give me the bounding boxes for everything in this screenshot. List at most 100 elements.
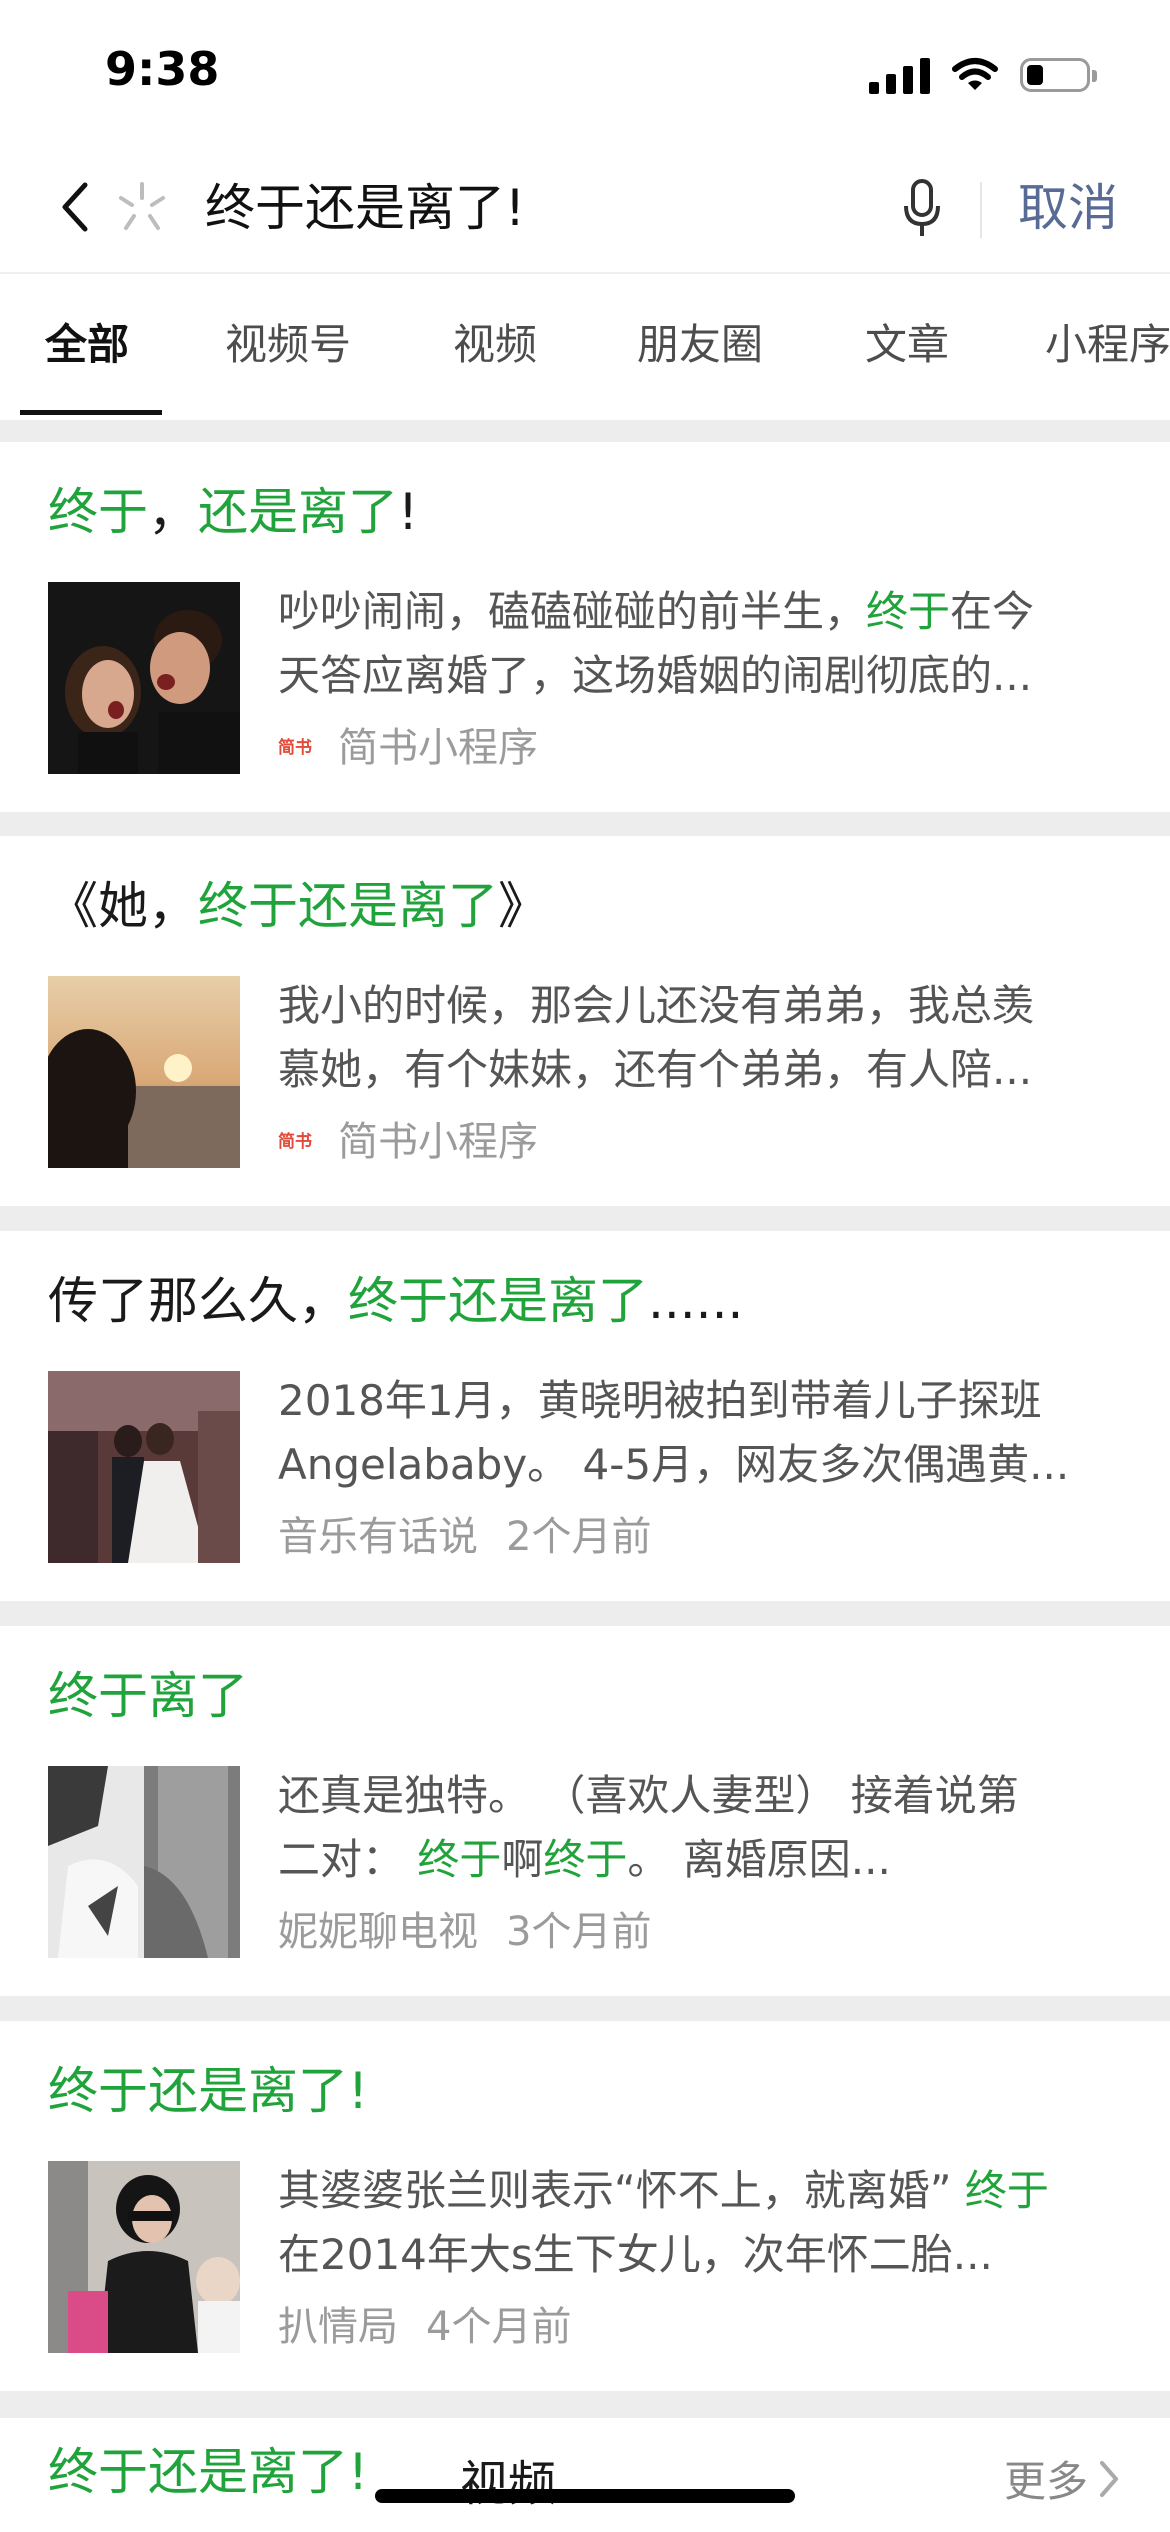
filter-tabs: 全部 视频号 视频 朋友圈 文章 小程序 [0, 275, 1170, 415]
title-highlight: 终于还是离了 [48, 2062, 348, 2120]
result-card[interactable]: 终于，还是离了! 吵吵闹闹，磕磕碰碰的前半生，终于在今 天答应离婚了，这场婚姻的… [0, 442, 1170, 812]
title-text: 传了那么久， [48, 1272, 348, 1330]
snippet-text: 在2014年大s生下女儿，次年怀二胎... [278, 2230, 993, 2279]
more-label: 更多 [1003, 2457, 1088, 2506]
result-title[interactable]: 终于还是离了! [48, 2059, 368, 2123]
cellular-signal-icon [869, 56, 930, 94]
tab-mini-programs[interactable]: 小程序 [1045, 317, 1170, 372]
home-indicator[interactable] [375, 2489, 795, 2503]
snippet-text: 吵吵闹闹，磕磕碰碰的前半生， [278, 587, 867, 636]
title-highlight: 还是离了 [198, 483, 398, 541]
battery-icon [1020, 58, 1097, 92]
tab-channels[interactable]: 视频号 [225, 317, 351, 372]
snippet-text: 二对： [278, 1835, 418, 1884]
title-text: ， [148, 483, 198, 541]
title-highlight: ! [348, 2443, 369, 2501]
snippet-text: 在今 [950, 587, 1035, 636]
source-name: 扒情局 [278, 2304, 398, 2350]
top-bar: 9:38 终于还是离了! 取消 全部 视频号 视频 朋友圈 文章 小程序 [0, 0, 1170, 420]
back-button[interactable] [45, 174, 105, 240]
snippet-highlight: 终于 [417, 1835, 502, 1884]
result-snippet: 其婆婆张兰则表示“怀不上，就离婚” 终于 在2014年大s生下女儿，次年怀二胎.… [278, 2159, 1118, 2287]
street-photo-image [48, 2161, 240, 2353]
result-title[interactable]: 传了那么久，终于还是离了...... [48, 1269, 743, 1333]
tab-all[interactable]: 全部 [45, 317, 129, 372]
snippet-text: Angelababy。 4-5月，网友多次偶遇黄... [278, 1440, 1070, 1489]
source-name: 音乐有话说 [278, 1514, 478, 1560]
voice-input-button[interactable] [892, 176, 952, 242]
title-text: 《她， [48, 877, 198, 935]
video-section[interactable]: 终于还是离了! 视频 更多 [0, 2418, 1170, 2532]
title-highlight: 终于还是离了 [48, 2443, 348, 2501]
result-time: 2个月前 [506, 1514, 652, 1560]
tab-articles[interactable]: 文章 [865, 317, 949, 372]
title-text: ! [398, 483, 419, 541]
wedding-photo-image [48, 1371, 240, 1563]
snippet-highlight: 终于 [543, 1835, 628, 1884]
source-name: 简书小程序 [338, 1119, 538, 1165]
snippet-text: 慕她，有个妹妹，还有个弟弟，有人陪... [278, 1045, 1033, 1094]
result-time: 3个月前 [506, 1909, 652, 1955]
result-title[interactable]: 终于，还是离了! [48, 480, 418, 544]
microphone-icon [904, 179, 940, 236]
result-thumbnail [48, 2161, 240, 2353]
video-section-label: 视频 [460, 2456, 557, 2512]
result-thumbnail [48, 1766, 240, 1958]
result-source: 简书 简书小程序 [278, 1114, 538, 1170]
jianshu-logo: 简书 [278, 738, 312, 758]
couple-arguing-image [48, 582, 240, 774]
result-source: 简书 简书小程序 [278, 720, 538, 776]
loading-spinner-icon [119, 182, 165, 230]
title-text: ...... [648, 1272, 744, 1330]
chevron-left-icon [62, 182, 88, 232]
snippet-text: 啊 [501, 1835, 544, 1884]
result-thumbnail [48, 582, 240, 774]
snippet-text: 天答应离婚了，这场婚姻的闹剧彻底的... [278, 651, 1033, 700]
source-name: 妮妮聊电视 [278, 1909, 478, 1955]
title-highlight: 终于还是离了 [348, 1272, 648, 1330]
snippet-highlight: 终于 [866, 587, 951, 636]
status-time: 9:38 [105, 42, 220, 96]
status-icons [869, 50, 1097, 100]
divider [980, 182, 982, 238]
search-input[interactable]: 终于还是离了! [205, 178, 525, 238]
tab-videos[interactable]: 视频 [453, 317, 537, 372]
sunset-silhouette-image [48, 976, 240, 1168]
result-snippet: 我小的时候，那会儿还没有弟弟，我总羡 慕她，有个妹妹，还有个弟弟，有人陪... [278, 974, 1118, 1102]
result-snippet: 2018年1月，黄晓明被拍到带着儿子探班 Angelababy。 4-5月，网友… [278, 1369, 1118, 1497]
result-card[interactable]: 《她，终于还是离了》 我小的时候，那会儿还没有弟弟，我总羡 慕她，有个妹妹，还有… [0, 836, 1170, 1206]
status-bar: 9:38 [0, 0, 1170, 145]
result-thumbnail [48, 1371, 240, 1563]
source-name: 简书小程序 [338, 725, 538, 771]
result-source: 妮妮聊电视 3个月前 [278, 1904, 651, 1960]
title-highlight: 终于 [48, 483, 148, 541]
snippet-text: 。 离婚原因... [627, 1835, 891, 1884]
result-card[interactable]: 终于离了 还真是独特。 （喜欢人妻型） 接着说第 二对： 终于啊终于。 离婚原因… [0, 1626, 1170, 1996]
wifi-icon [952, 58, 998, 90]
title-highlight: 终于离了 [48, 1667, 248, 1725]
active-tab-indicator [20, 410, 162, 415]
more-button[interactable]: 更多 [1004, 2448, 1122, 2509]
result-snippet: 还真是独特。 （喜欢人妻型） 接着说第 二对： 终于啊终于。 离婚原因... [278, 1764, 1118, 1892]
snippet-text: 其婆婆张兰则表示“怀不上，就离婚” [278, 2166, 965, 2215]
snippet-highlight: 终于 [964, 2166, 1049, 2215]
cancel-button[interactable]: 取消 [1018, 178, 1118, 238]
divider [0, 272, 1170, 274]
video-section-title[interactable]: 终于还是离了! [48, 2440, 368, 2504]
result-card[interactable]: 终于还是离了! 其婆婆张兰则表示“怀不上，就离婚” 终于 在2014年大s生下女… [0, 2021, 1170, 2391]
snippet-text: 还真是独特。 （喜欢人妻型） 接着说第 [278, 1771, 1019, 1820]
title-highlight: 终于还是离了 [198, 877, 498, 935]
result-time: 4个月前 [426, 2304, 572, 2350]
result-source: 扒情局 4个月前 [278, 2299, 571, 2355]
tab-moments[interactable]: 朋友圈 [637, 317, 763, 372]
result-source: 音乐有话说 2个月前 [278, 1509, 651, 1565]
result-title[interactable]: 《她，终于还是离了》 [48, 874, 548, 938]
title-text: 》 [498, 877, 548, 935]
result-card[interactable]: 传了那么久，终于还是离了...... 2018年1月，黄晓明被拍到带着儿子探班 … [0, 1231, 1170, 1601]
title-highlight: ! [348, 2062, 369, 2120]
result-thumbnail [48, 976, 240, 1168]
result-title[interactable]: 终于离了 [48, 1664, 248, 1728]
snippet-text: 我小的时候，那会儿还没有弟弟，我总羡 [278, 981, 1035, 1030]
result-snippet: 吵吵闹闹，磕磕碰碰的前半生，终于在今 天答应离婚了，这场婚姻的闹剧彻底的... [278, 580, 1118, 708]
snippet-text: 2018年1月，黄晓明被拍到带着儿子探班 [278, 1376, 1042, 1425]
